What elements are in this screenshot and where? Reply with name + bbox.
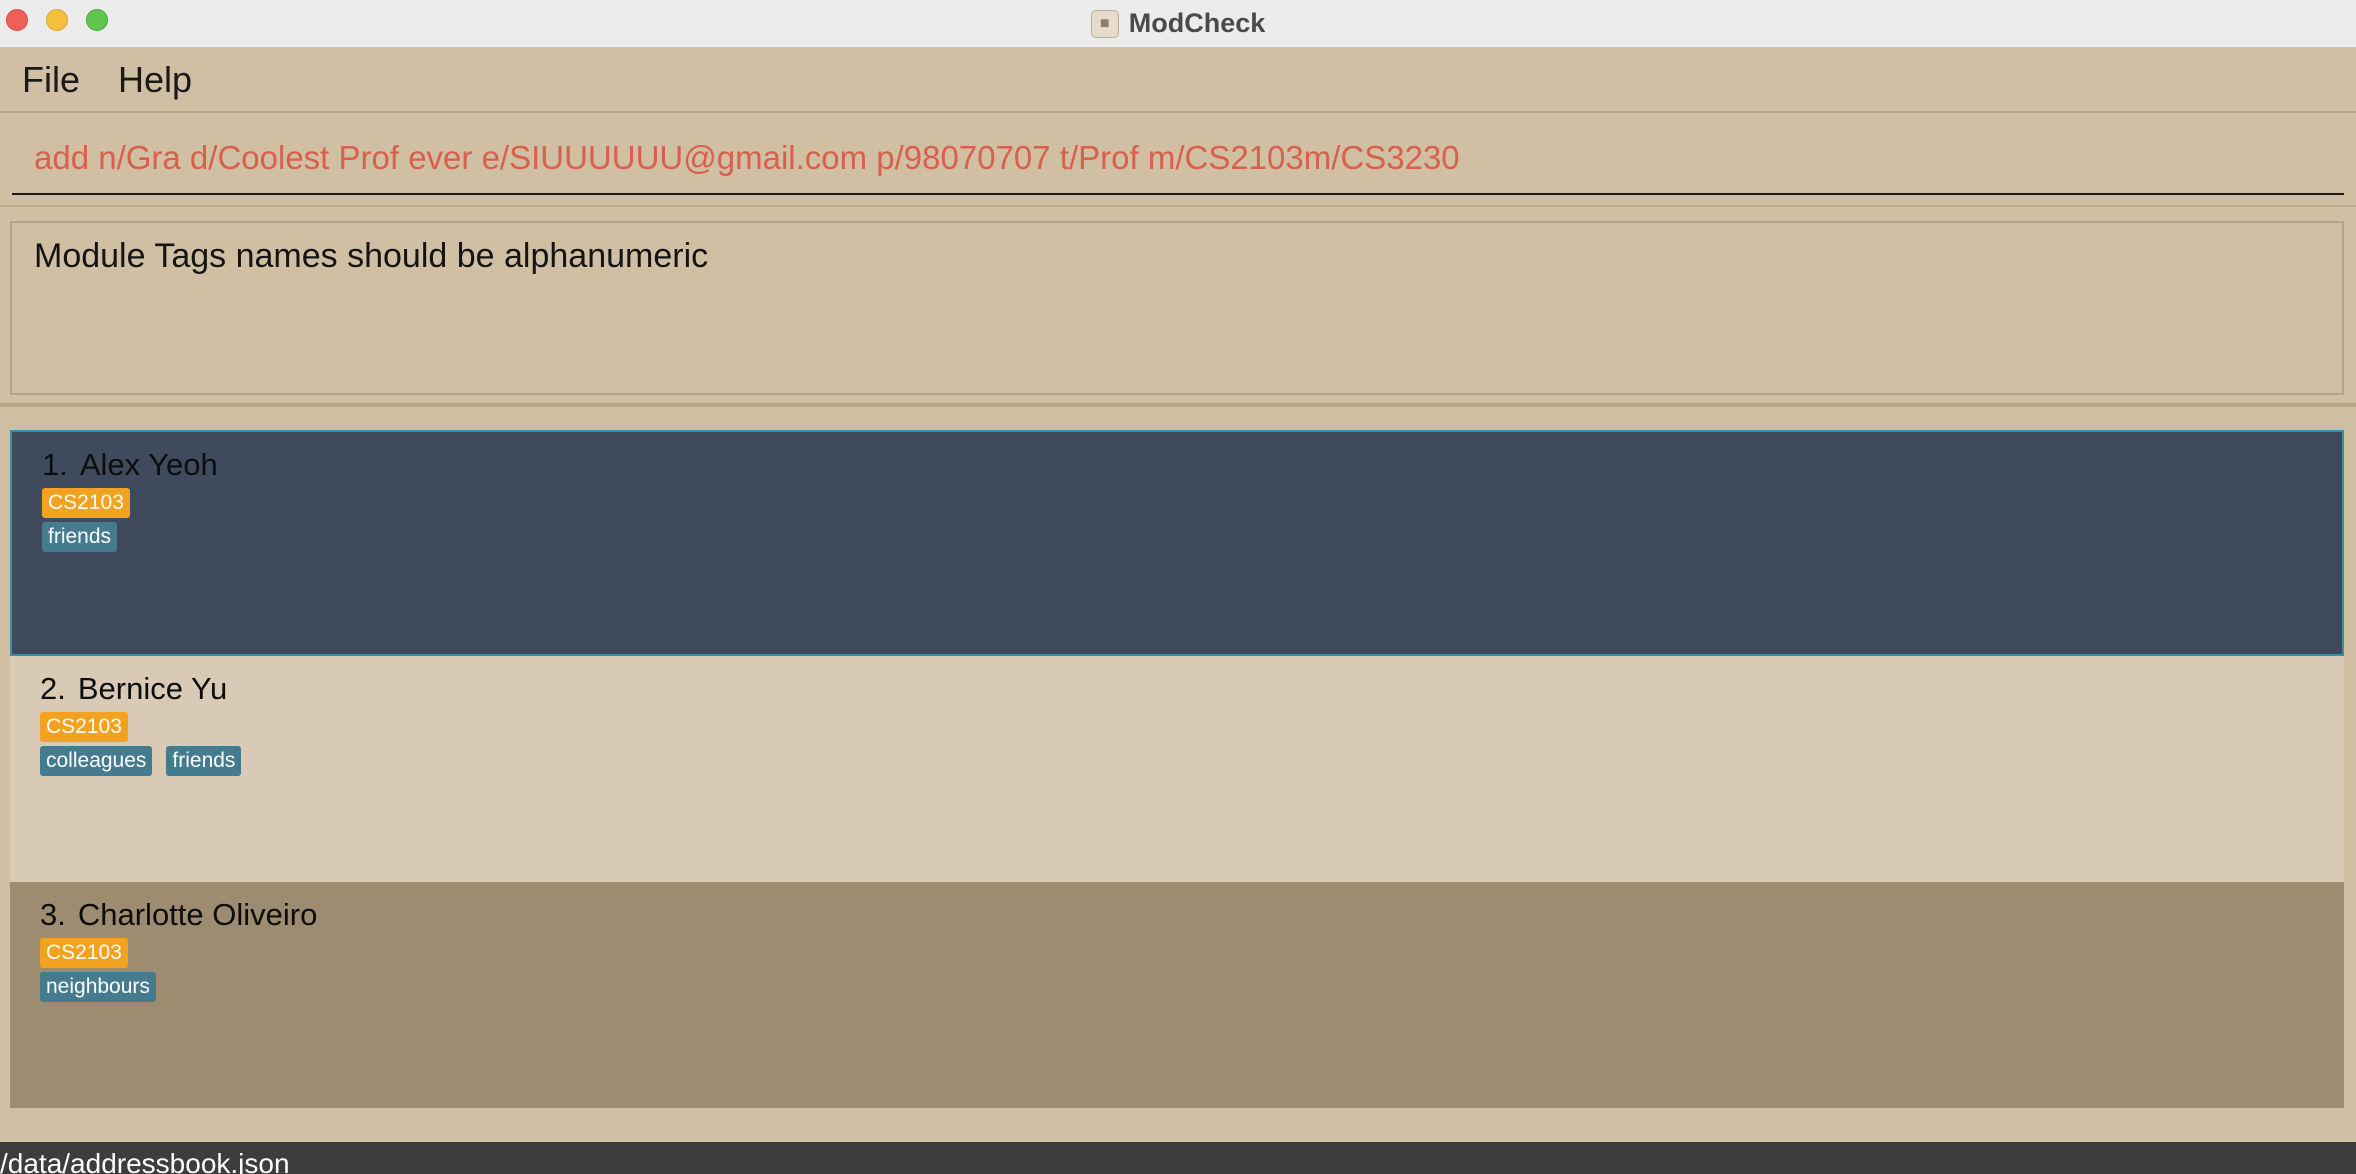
person-card[interactable]: 3. Charlotte Oliveiro CS2103 neighbours — [10, 882, 2344, 1108]
divider — [0, 403, 2356, 407]
menu-help[interactable]: Help — [118, 59, 192, 101]
close-window-button[interactable] — [6, 9, 28, 31]
divider — [0, 205, 2356, 207]
window-controls — [6, 9, 108, 31]
command-input[interactable] — [12, 122, 2344, 193]
window-title: ModCheck — [1128, 8, 1266, 38]
command-box — [12, 122, 2344, 195]
module-tag-row: CS2103 — [40, 938, 2344, 968]
person-index: 2. — [40, 671, 66, 706]
module-tag: CS2103 — [40, 712, 128, 742]
result-message: Module Tags names should be alphanumeric — [34, 237, 709, 275]
person-index: 1. — [42, 447, 68, 482]
menu-file[interactable]: File — [22, 59, 80, 101]
maximize-window-button[interactable] — [86, 9, 108, 31]
tag-row: friends — [42, 522, 2342, 552]
tag: neighbours — [40, 972, 156, 1002]
menu-bar: File Help — [0, 48, 2356, 113]
contact-book-icon: ■ — [1090, 9, 1119, 38]
tag-row: colleagues friends — [40, 746, 2344, 776]
module-tag: CS2103 — [42, 488, 130, 518]
person-list[interactable]: 1. Alex Yeoh CS2103 friends 2. Bernice Yu … — [10, 430, 2344, 1112]
tag: colleagues — [40, 746, 153, 776]
person-name-line: 2. Bernice Yu — [40, 670, 2344, 708]
module-tag-row: CS2103 — [40, 712, 2344, 742]
person-name: Bernice Yu — [77, 671, 228, 706]
save-location-path: /data/addressbook.json — [0, 1148, 290, 1174]
tag-row: neighbours — [40, 972, 2344, 1002]
status-bar: /data/addressbook.json — [0, 1142, 2356, 1174]
module-tag-row: CS2103 — [42, 488, 2342, 518]
tag: friends — [42, 522, 118, 552]
person-card[interactable]: 2. Bernice Yu CS2103 colleagues friends — [10, 656, 2344, 882]
window-title-group: ■ ModCheck — [1090, 8, 1266, 39]
module-tag: CS2103 — [40, 938, 128, 968]
minimize-window-button[interactable] — [46, 9, 68, 31]
tag: friends — [166, 746, 242, 776]
result-display: Module Tags names should be alphanumeric — [10, 221, 2344, 395]
person-name: Charlotte Oliveiro — [77, 897, 318, 932]
person-card[interactable]: 1. Alex Yeoh CS2103 friends — [10, 430, 2344, 656]
person-name: Alex Yeoh — [79, 447, 218, 482]
person-name-line: 1. Alex Yeoh — [42, 446, 2342, 484]
person-index: 3. — [40, 897, 66, 932]
window-title-bar: ■ ModCheck — [0, 0, 2356, 48]
person-name-line: 3. Charlotte Oliveiro — [40, 896, 2344, 934]
